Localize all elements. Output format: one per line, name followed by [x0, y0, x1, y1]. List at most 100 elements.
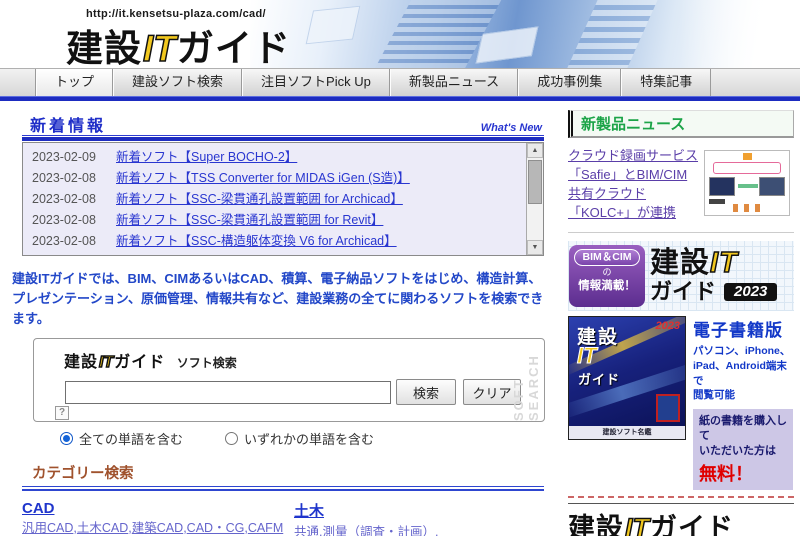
nav-tab-top[interactable]: トップ	[36, 69, 113, 96]
subscribe-logo[interactable]: 建設ITガイド	[568, 506, 794, 536]
ebook-desc: パソコン、iPhone、 iPad、Android端末で 閲覧可能	[693, 344, 793, 403]
ebook-info: 電子書籍版 パソコン、iPhone、 iPad、Android端末で 閲覧可能 …	[693, 316, 793, 489]
sidebar-news-link[interactable]: クラウド録画サービス「Safie」とBIM/CIM共有クラウド「KOLC+」が連…	[568, 147, 700, 222]
category-cad-heading[interactable]: CAD	[22, 500, 55, 517]
whats-new-subtitle: What's New	[481, 122, 542, 134]
nav-tab-pickup[interactable]: 注目ソフトPick Up	[242, 69, 390, 96]
radio-all-words-label: 全ての単語を含む	[79, 429, 183, 448]
nav-tab-new-products[interactable]: 新製品ニュース	[390, 69, 518, 96]
scrollbar-thumb[interactable]	[528, 160, 542, 204]
cover-it: IT	[577, 343, 597, 369]
year-badge: 2023	[724, 283, 777, 301]
sidebar: 新製品ニュース クラウド録画サービス「Safie」とBIM/CIM共有クラウド「…	[568, 110, 794, 536]
bim-cim-badge-no: の	[569, 266, 645, 279]
book-cover-image[interactable]: 2023 建設 IT ガイド 建設ソフト名鑑	[568, 316, 686, 440]
soft-search-panel: 建設ITガイド ソフト検索 検索 クリア ? SOFT SEARCH	[33, 338, 545, 422]
diagram-node	[743, 153, 752, 160]
nav-tab-soft-search[interactable]: 建設ソフト検索	[113, 69, 242, 96]
search-button[interactable]: 検索	[396, 379, 456, 405]
sidebar-news-header: 新製品ニュース	[568, 110, 794, 138]
logo-it: IT	[624, 513, 650, 536]
ebook-ad: 2023 建設 IT ガイド 建設ソフト名鑑 電子書籍版 パソコン、iPhone…	[568, 316, 794, 489]
sidebar-divider	[568, 232, 794, 233]
sidebar-guide-logo: 建設IT ガイド2023	[650, 249, 777, 303]
news-row: 2023-02-08 新着ソフト【SSC-梁貫通孔設置範囲 for Revit】	[23, 210, 543, 231]
soft-search-watermark: SOFT SEARCH	[511, 345, 541, 421]
diagram-people-icons	[733, 204, 765, 212]
radio-any-word-label: いずれかの単語を含む	[244, 429, 374, 448]
free-label: 無料！	[699, 460, 787, 486]
logo-guide: ガイド	[177, 28, 291, 68]
whats-new-rule-thin	[22, 135, 544, 136]
news-link[interactable]: 新着ソフト【Super BOCHO-2】	[116, 150, 297, 164]
ebook-desc-line: 閲覧可能	[693, 388, 793, 403]
news-row: 2023-02-09新着ソフト【Super BOCHO-2】	[23, 147, 543, 168]
solid-divider	[568, 503, 794, 504]
radio-all-words[interactable]	[60, 432, 73, 445]
kolc-diagram-thumbnail[interactable]	[704, 150, 790, 216]
keyboard-key-shape	[476, 26, 539, 63]
site-logo[interactable]: 建設ITガイド	[66, 18, 291, 68]
free-offer-box: 紙の書籍を購入して いただいた方は 無料！	[693, 409, 793, 490]
radio-any-word[interactable]	[225, 432, 238, 445]
news-date: 2023-02-08	[32, 231, 106, 252]
logo-it: IT	[710, 247, 738, 279]
logo-guide: ガイド	[650, 513, 734, 536]
nav-tab-features[interactable]: 特集記事	[621, 69, 711, 96]
search-panel-logo-row: 建設ITガイド ソフト検索	[64, 348, 237, 372]
search-panel-label: ソフト検索	[177, 356, 237, 370]
category-link[interactable]: 測量（調査・計画）	[323, 525, 439, 536]
sidebar-news-item: クラウド録画サービス「Safie」とBIM/CIM共有クラウド「KOLC+」が連…	[568, 147, 794, 222]
keyboard-ribbed-shape	[559, 0, 661, 68]
logo-guide: ガイド	[114, 354, 165, 371]
category-link[interactable]: 汎用CAD	[22, 521, 77, 535]
nav-filler	[711, 69, 800, 96]
scroll-up-icon[interactable]: ▲	[527, 143, 543, 158]
category-link[interactable]: 建築CAD	[132, 521, 187, 535]
diagram-arrow-loop	[713, 162, 781, 174]
cover-year: 2023	[656, 320, 680, 332]
nav-spacer	[0, 69, 36, 96]
news-link[interactable]: 新着ソフト【SSC-梁貫通孔設置範囲 for Revit】	[116, 213, 383, 227]
category-link[interactable]: CAD・CG	[187, 521, 248, 535]
news-link[interactable]: 新着ソフト【TSS Converter for MIDAS iGen (S造)】	[116, 171, 410, 185]
cover-guide: ガイド	[578, 369, 620, 388]
news-row: 2023-02-08 新着ソフト【TSS Converter for MIDAS …	[23, 168, 543, 189]
news-rows: 2023-02-09新着ソフト【Super BOCHO-2】 2023-02-0…	[23, 143, 543, 252]
category-link[interactable]: CAFM	[248, 521, 283, 535]
free-offer-line: いただいた方は	[699, 444, 787, 459]
site-intro-text: 建設ITガイドでは、BIM、CIMあるいはCAD、積算、電子納品ソフトをはじめ、…	[12, 269, 546, 329]
news-date: 2023-02-08	[32, 168, 106, 189]
scroll-down-icon[interactable]: ▼	[527, 240, 543, 255]
news-date: 2023-02-08	[32, 210, 106, 231]
dashed-divider	[568, 496, 794, 498]
bim-cim-banner[interactable]: BIM＆CIM の 情報満載！ 建設IT ガイド2023	[568, 241, 794, 311]
site-header: http://it.kensetsu-plaza.com/cad/ 建設ITガイ…	[0, 0, 800, 68]
whats-new-title: 新着情報	[30, 118, 106, 135]
news-link[interactable]: 新着ソフト【SSC-梁貫通孔設置範囲 for Archicad】	[116, 192, 403, 206]
search-panel-logo: 建設ITガイド	[64, 354, 165, 371]
keyboard-key-shape	[306, 6, 361, 45]
news-row: 2023-02-08新着ソフト【SSC-梁貫通孔設置範囲 for Archica…	[23, 189, 543, 210]
fade-overlay	[680, 0, 800, 68]
bim-cim-badge: BIM＆CIM の 情報満載！	[569, 245, 645, 307]
category-doboku-heading[interactable]: 土木	[294, 500, 324, 521]
search-input[interactable]	[65, 381, 391, 404]
logo-it: IT	[142, 28, 177, 68]
search-mode-options: 全ての単語を含む いずれかの単語を含む	[60, 429, 546, 448]
category-rule-thin	[22, 486, 544, 487]
category-link[interactable]: 土木CAD	[77, 521, 132, 535]
news-scrollbar[interactable]: ▲ ▼	[526, 143, 543, 255]
news-link[interactable]: 新着ソフト【SSC-構造躯体変換 V6 for Archicad】	[116, 234, 397, 248]
category-doboku: 土木 共通測量（調査・計画） 設計解析・研究積算その他	[294, 500, 546, 536]
category-link[interactable]: 共通	[294, 525, 323, 536]
diagram-screenshot	[709, 177, 735, 196]
accent-bar	[0, 96, 800, 101]
ebook-desc-line: iPad、Android端末で	[693, 359, 793, 388]
help-icon[interactable]: ?	[55, 406, 69, 420]
logo-guide: ガイド	[650, 281, 716, 303]
logo-kensetsu: 建設	[64, 354, 98, 371]
cad-link-row: 汎用CAD土木CAD建築CADCAD・CGCAFM	[22, 519, 294, 536]
bim-cim-badge-pill: BIM＆CIM	[574, 249, 640, 266]
nav-tab-case-studies[interactable]: 成功事例集	[518, 69, 621, 96]
